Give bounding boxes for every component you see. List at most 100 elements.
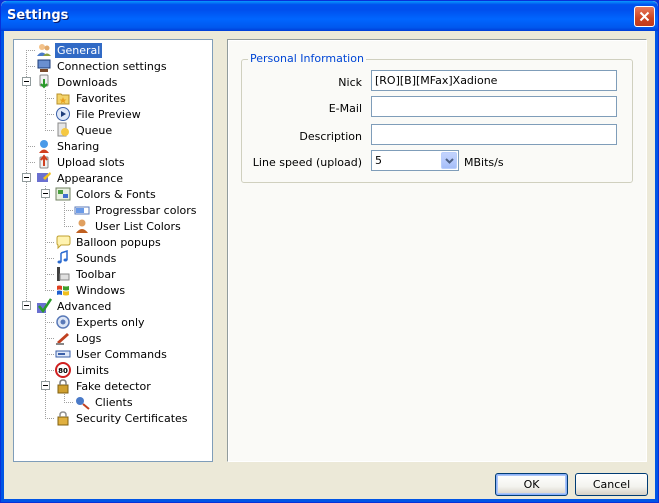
description-label: Description [299,130,362,143]
tree-item-label: Sharing [57,139,100,153]
group-legend: Personal Information [248,52,366,65]
collapse-toggle[interactable] [22,77,31,86]
chevron-down-icon [444,157,454,164]
tree-item-balloon-popups[interactable]: Balloon popups [55,234,163,250]
tree-item-label: Clients [95,395,133,409]
tree-item-label: Fake detector [76,379,151,393]
tree-item-label: Colors & Fonts [76,187,156,201]
collapse-toggle[interactable] [41,381,50,390]
toolbar-icon [57,267,70,281]
tree-item-label: Sounds [76,251,117,265]
tree-item-security-certificates[interactable]: Security Certificates [55,410,190,426]
settings-window: Settings General Connection settings Downl… [0,0,659,503]
certificate-lock-icon [57,411,69,426]
tree-item-limits[interactable]: 80 Limits [55,362,111,378]
tree-item-label: Favorites [76,91,126,105]
tree-item-label: Advanced [57,299,112,313]
windows-logo-icon [57,285,69,296]
line-speed-value: 5 [375,154,382,167]
tree-item-experts-only[interactable]: Experts only [55,314,147,330]
speed-limit-icon: 80 [55,362,71,378]
tree-item-file-preview[interactable]: File Preview [55,106,143,122]
tree-item-toolbar[interactable]: Toolbar [55,266,118,282]
tree-item-label: General [55,42,103,58]
tree-item-label: Progressbar colors [95,203,197,217]
tree-item-label: Logs [76,331,102,345]
network-icon [37,59,51,72]
settings-page-content: Personal Information Nick [RO][B][MFax]X… [229,41,646,461]
commands-icon [55,350,71,358]
description-field[interactable] [371,124,617,145]
tree-item-windows[interactable]: Windows [55,282,127,298]
tree-item-progressbar-colors[interactable]: Progressbar colors [74,202,199,218]
users-icon [37,44,51,56]
settings-tree[interactable]: General Connection settings Downloads Favor… [13,39,213,462]
tree-item-logs[interactable]: Logs [55,330,103,346]
play-icon [56,107,70,121]
tree-item-label: Toolbar [76,267,116,281]
tree-item-label: Experts only [76,315,145,329]
email-label: E-Mail [328,102,362,115]
tree-item-clients[interactable]: Clients [74,394,135,410]
tree-item-user-commands[interactable]: User Commands [55,346,169,362]
tree-item-label: Connection settings [57,59,167,73]
colors-icon [55,187,71,201]
collapse-toggle[interactable] [22,173,31,182]
line-speed-label: Line speed (upload) [252,156,362,169]
line-speed-select[interactable]: 5 [371,150,459,171]
tree-item-label: User Commands [76,347,167,361]
tree-item-label: User List Colors [95,219,181,233]
line-speed-units: MBits/s [464,156,504,169]
tree-item-user-list-colors[interactable]: User List Colors [74,218,183,234]
favorites-folder-icon [56,93,70,105]
title-bar[interactable]: Settings [1,1,658,31]
tree-item-favorites[interactable]: Favorites [55,90,128,106]
tree-item-appearance[interactable]: Appearance [36,170,125,186]
tree-item-upload-slots[interactable]: Upload slots [36,154,127,170]
tree-item-downloads[interactable]: Downloads [36,74,119,90]
appearance-icon [37,172,51,182]
tree-item-connection-settings[interactable]: Connection settings [36,58,169,74]
tree-item-fake-detector[interactable]: Fake detector [55,378,153,394]
tree-item-label: Limits [76,363,109,377]
expert-icon [56,315,70,329]
tree-item-general[interactable]: General [36,42,103,58]
download-icon [39,74,49,89]
tree-item-label: Security Certificates [76,411,188,425]
tree-item-queue[interactable]: Queue [55,122,114,138]
logs-icon [56,333,69,345]
tree-item-colors-fonts[interactable]: Colors & Fonts [55,186,158,202]
tree-item-sharing[interactable]: Sharing [36,138,101,154]
tree-item-label: Windows [76,283,126,297]
email-field[interactable] [371,96,617,117]
collapse-toggle[interactable] [22,301,31,310]
ok-button[interactable]: OK [495,473,568,496]
svg-text:80: 80 [58,367,68,375]
tree-item-label: File Preview [76,107,141,121]
balloon-icon [56,235,71,250]
personal-information-group: Personal Information Nick [RO][B][MFax]X… [241,52,633,183]
settings-page-panel: Personal Information Nick [RO][B][MFax]X… [227,39,647,462]
music-note-icon [57,250,68,264]
window-frame-left [1,31,4,502]
window-title: Settings [7,8,69,23]
progressbar-icon [74,206,90,215]
upload-icon [39,154,49,169]
tree-item-label: Appearance [57,171,124,185]
tree-item-sounds[interactable]: Sounds [55,250,118,266]
window-frame-right [655,31,658,502]
dropdown-button[interactable] [441,152,457,169]
collapse-toggle[interactable] [41,189,50,198]
tree-item-label: Upload slots [57,155,125,169]
window-frame-bottom [1,499,658,502]
user-icon [76,219,88,233]
checkmark-icon [37,298,52,314]
close-button[interactable] [634,6,655,27]
tree-item-label: Queue [76,123,113,137]
tree-item-advanced[interactable]: Advanced [36,298,113,314]
close-icon [639,11,650,22]
nick-label: Nick [338,76,362,89]
tree-item-label: Downloads [57,75,118,89]
nick-field[interactable]: [RO][B][MFax]Xadione [371,70,617,91]
cancel-button[interactable]: Cancel [575,473,648,496]
